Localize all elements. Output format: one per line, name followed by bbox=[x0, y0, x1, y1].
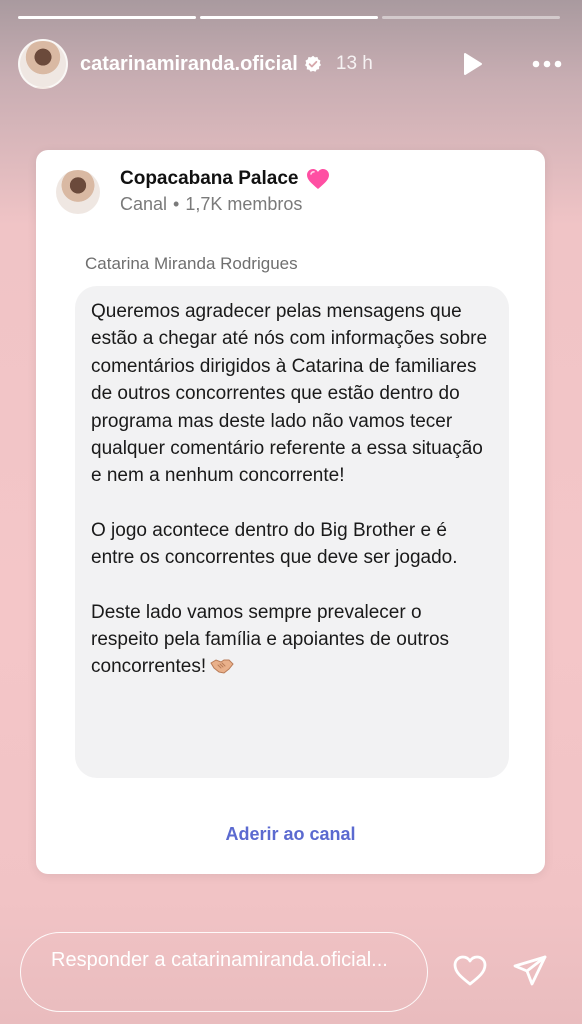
progress-segment bbox=[200, 16, 378, 19]
channel-type: Canal bbox=[120, 194, 168, 214]
play-icon[interactable] bbox=[460, 50, 484, 78]
more-icon[interactable] bbox=[530, 50, 564, 78]
story-time: 13 h bbox=[335, 53, 373, 74]
avatar[interactable] bbox=[18, 39, 68, 89]
channel-members: 1,7K membros bbox=[185, 194, 303, 214]
join-channel-button[interactable]: Aderir ao canal bbox=[36, 814, 545, 854]
message-paragraph: Queremos agradecer pelas mensagens que e… bbox=[91, 301, 488, 487]
verified-icon bbox=[304, 55, 322, 73]
channel-avatar bbox=[56, 169, 100, 214]
message-paragraph: O jogo acontece dentro do Big Brother e … bbox=[91, 519, 458, 569]
pink-heart-icon bbox=[306, 168, 330, 190]
channel-name-row: Copacabana Palace bbox=[120, 168, 330, 190]
channel-meta: Canal • 1,7K membros bbox=[120, 194, 330, 215]
channel-card[interactable]: Copacabana Palace Canal • 1,7K membros Cat… bbox=[36, 150, 545, 874]
story-username[interactable]: catarinamiranda.oficial bbox=[80, 53, 298, 76]
story-progress-bar bbox=[18, 16, 560, 19]
message-paragraph-text: Deste lado vamos sempre prevalecer o res… bbox=[91, 601, 450, 678]
heart-icon[interactable] bbox=[452, 954, 488, 988]
send-icon[interactable] bbox=[512, 954, 548, 988]
sender-name: Catarina Miranda Rodrigues bbox=[85, 254, 298, 273]
story-header: catarinamiranda.oficial 13 h bbox=[18, 36, 564, 92]
handshake-icon bbox=[210, 656, 234, 675]
channel-name: Copacabana Palace bbox=[120, 168, 299, 189]
channel-header[interactable]: Copacabana Palace Canal • 1,7K membros bbox=[56, 168, 330, 215]
meta-separator: • bbox=[173, 194, 180, 214]
message-bubble: Queremos agradecer pelas mensagens que e… bbox=[75, 286, 509, 778]
progress-segment bbox=[382, 16, 560, 19]
reply-input[interactable]: Responder a catarinamiranda.oficial... bbox=[20, 932, 428, 1012]
message-paragraph-last: Deste lado vamos sempre prevalecer o res… bbox=[91, 599, 493, 681]
progress-segment bbox=[18, 16, 196, 19]
